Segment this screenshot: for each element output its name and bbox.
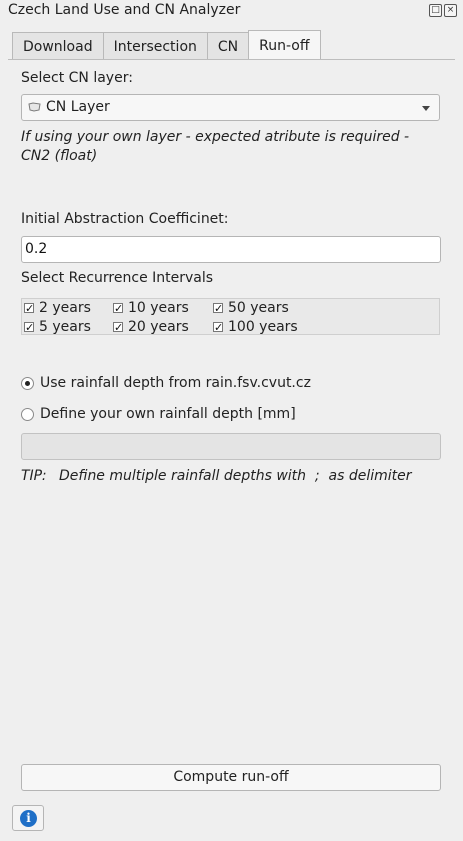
window-title: Czech Land Use and CN Analyzer [8, 2, 241, 18]
checkbox-10-years[interactable]: ✓ 10 years [113, 300, 189, 316]
radio-own-rainfall[interactable]: Define your own rainfall depth [mm] [21, 406, 296, 422]
tab-bar: Download Intersection CN Run-off [12, 30, 321, 60]
check-icon: ✓ [113, 321, 124, 334]
title-controls: □ × [429, 4, 457, 17]
check-icon: ✓ [213, 321, 224, 334]
chevron-down-icon [422, 106, 430, 111]
radio-server-label: Use rainfall depth from rain.fsv.cvut.cz [40, 375, 311, 391]
float-icon[interactable]: □ [429, 4, 442, 17]
checkbox-label: 100 years [228, 319, 298, 335]
tab-cn[interactable]: CN [206, 32, 250, 60]
polygon-layer-icon [28, 102, 41, 112]
recurrence-label: Select Recurrence Intervals [21, 270, 214, 286]
abstraction-label: Initial Abstraction Coefficinet: [21, 211, 229, 227]
cn-layer-label: Select CN layer: [21, 70, 133, 86]
checkbox-100-years[interactable]: ✓ 100 years [213, 319, 298, 335]
checkbox-50-years[interactable]: ✓ 50 years [213, 300, 289, 316]
check-icon: ✓ [24, 302, 35, 315]
info-icon: i [20, 810, 37, 827]
abstraction-input[interactable]: 0.2 [21, 236, 441, 263]
tab-intersection[interactable]: Intersection [102, 32, 208, 60]
check-icon: ✓ [213, 302, 224, 315]
radio-selected-icon [21, 376, 34, 390]
checkbox-label: 20 years [128, 319, 189, 335]
rainfall-depth-input[interactable] [21, 433, 441, 460]
recurrence-group: ✓ 2 years ✓ 10 years ✓ 50 years ✓ 5 year… [21, 298, 440, 335]
cn-layer-note: If using your own layer - expected atrib… [21, 129, 410, 164]
info-button[interactable]: i [12, 805, 44, 831]
cn-layer-value: CN Layer [46, 99, 110, 115]
check-icon: ✓ [113, 302, 124, 315]
checkbox-label: 5 years [39, 319, 91, 335]
tip-text: Define multiple rainfall depths with ; a… [59, 468, 412, 484]
checkbox-label: 10 years [128, 300, 189, 316]
checkbox-2-years[interactable]: ✓ 2 years [24, 300, 91, 316]
radio-unselected-icon [21, 407, 34, 421]
tab-run-off[interactable]: Run-off [248, 30, 321, 60]
checkbox-label: 2 years [39, 300, 91, 316]
radio-server-rainfall[interactable]: Use rainfall depth from rain.fsv.cvut.cz [21, 375, 311, 391]
tab-download[interactable]: Download [12, 32, 104, 60]
checkbox-5-years[interactable]: ✓ 5 years [24, 319, 91, 335]
compute-run-off-button[interactable]: Compute run-off [21, 764, 441, 791]
checkbox-label: 50 years [228, 300, 289, 316]
checkbox-20-years[interactable]: ✓ 20 years [113, 319, 189, 335]
check-icon: ✓ [24, 321, 35, 334]
cn-layer-combobox[interactable]: CN Layer [21, 94, 440, 121]
tip-label: TIP: [21, 468, 47, 484]
close-icon[interactable]: × [444, 4, 457, 17]
radio-own-label: Define your own rainfall depth [mm] [40, 406, 296, 422]
